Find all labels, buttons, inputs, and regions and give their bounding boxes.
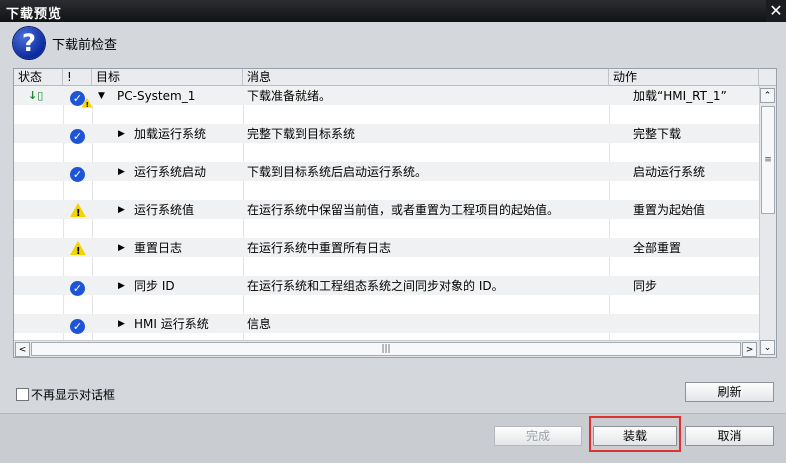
warning-icon (70, 203, 86, 223)
table-row[interactable]: ▶ 重置日志 在运行系统中重置所有日志 全部重置 (14, 238, 759, 276)
warning-icon (70, 241, 86, 261)
table-row[interactable]: ✓ ▶ 运行系统启动 下载到目标系统后启动运行系统。 启动运行系统 (14, 162, 759, 200)
message-text: 下载到目标系统后启动运行系统。 (247, 165, 428, 179)
collapse-caret-icon[interactable]: ▼ (98, 87, 105, 105)
table-row[interactable]: ✓ ▶ 同步 ID 在运行系统和工程组态系统之间同步对象的 ID。 同步 (14, 276, 759, 314)
finish-button[interactable]: 完成 (494, 426, 582, 446)
refresh-button[interactable]: 刷新 (685, 382, 774, 402)
close-icon[interactable]: ✕ (766, 0, 786, 22)
action-select[interactable]: 重置为起始值 (633, 201, 705, 219)
message-text: 下载准备就绪。 (247, 89, 332, 103)
message-text: 在运行系统和工程组态系统之间同步对象的 ID。 (247, 279, 504, 293)
scroll-up-icon[interactable]: ⌃ (760, 88, 775, 103)
action-select[interactable]: 启动运行系统 (633, 163, 705, 181)
cancel-button[interactable]: 取消 (685, 426, 774, 446)
column-status[interactable]: 状态 (14, 69, 63, 85)
target-pc-system: PC-System_1 (117, 89, 196, 103)
check-icon: ✓ (70, 317, 85, 335)
horizontal-scrollbar[interactable]: < ||| > (14, 340, 759, 357)
scroll-down-icon[interactable]: ⌄ (760, 340, 775, 355)
check-icon: ✓ (70, 279, 85, 297)
dont-show-label: 不再显示对话框 (31, 388, 116, 402)
message-text: 信息 (247, 317, 272, 331)
message-text: 在运行系统中保留当前值，或者重置为工程项目的起始值。 (247, 203, 560, 217)
target-sync-id: 同步 ID (134, 279, 175, 293)
action-select[interactable]: 全部重置 (633, 239, 681, 257)
action-select[interactable]: 完整下载 (633, 125, 681, 143)
dont-show-checkbox[interactable] (16, 388, 29, 401)
check-header-title: 下载前检查 (52, 38, 118, 53)
target-runtime-start: 运行系统启动 (134, 165, 207, 179)
column-target[interactable]: 目标 (92, 69, 243, 85)
expand-caret-icon[interactable]: ▶ (118, 201, 125, 219)
question-icon: ? (13, 27, 45, 59)
horizontal-scroll-thumb[interactable]: ||| (31, 342, 741, 356)
column-indicator[interactable]: ! (63, 69, 92, 85)
action-select[interactable]: 加载“HMI_RT_1” (633, 87, 727, 105)
check-icon: ✓ (70, 127, 85, 145)
expand-caret-icon[interactable]: ▶ (118, 163, 125, 181)
column-message[interactable]: 消息 (243, 69, 609, 85)
target-reset-logs: 重置日志 (134, 241, 183, 255)
scroll-right-icon[interactable]: > (742, 342, 757, 357)
window-title: 下载预览 (6, 7, 63, 22)
column-action[interactable]: 动作 (609, 69, 759, 85)
table-header: 状态 ! 目标 消息 动作 (14, 69, 776, 86)
check-table: 状态 ! 目标 消息 动作 ↓▯ ✓ ▼ PC-System_1 下载准备就绪。… (13, 68, 777, 358)
message-text: 完整下载到目标系统 (247, 127, 356, 141)
expand-caret-icon[interactable]: ▶ (118, 239, 125, 257)
load-button-highlight (589, 416, 681, 452)
expand-caret-icon[interactable]: ▶ (118, 277, 125, 295)
check-icon: ✓ (70, 165, 85, 183)
action-select[interactable]: 同步 (633, 277, 657, 295)
table-row[interactable]: ↓▯ ✓ ▼ PC-System_1 下载准备就绪。 加载“HMI_RT_1” (14, 86, 759, 124)
target-hmi-runtime: HMI 运行系统 (134, 317, 209, 331)
expand-caret-icon[interactable]: ▶ (118, 315, 125, 333)
table-row[interactable]: ✓ ▶ 加载运行系统 完整下载到目标系统 完整下载 (14, 124, 759, 162)
download-preview-dialog: 下载预览 ✕ ? 下载前检查 状态 ! 目标 消息 动作 ↓▯ ✓ ▼ PC-S… (0, 0, 786, 463)
table-row[interactable]: ▶ 运行系统值 在运行系统中保留当前值，或者重置为工程项目的起始值。 重置为起始… (14, 200, 759, 238)
message-text: 在运行系统中重置所有日志 (247, 241, 392, 255)
target-load-runtime: 加载运行系统 (134, 127, 207, 141)
target-runtime-values: 运行系统值 (134, 203, 195, 217)
download-icon: ↓▯ (28, 89, 44, 102)
vertical-scrollbar[interactable]: ⌃ ≡ ⌄ (759, 86, 776, 357)
expand-caret-icon[interactable]: ▶ (118, 125, 125, 143)
check-warning-icon: ✓ (70, 89, 93, 112)
title-bar: 下载预览 ✕ (0, 0, 786, 22)
vertical-scroll-thumb[interactable]: ≡ (761, 106, 775, 214)
scroll-left-icon[interactable]: < (15, 342, 30, 357)
